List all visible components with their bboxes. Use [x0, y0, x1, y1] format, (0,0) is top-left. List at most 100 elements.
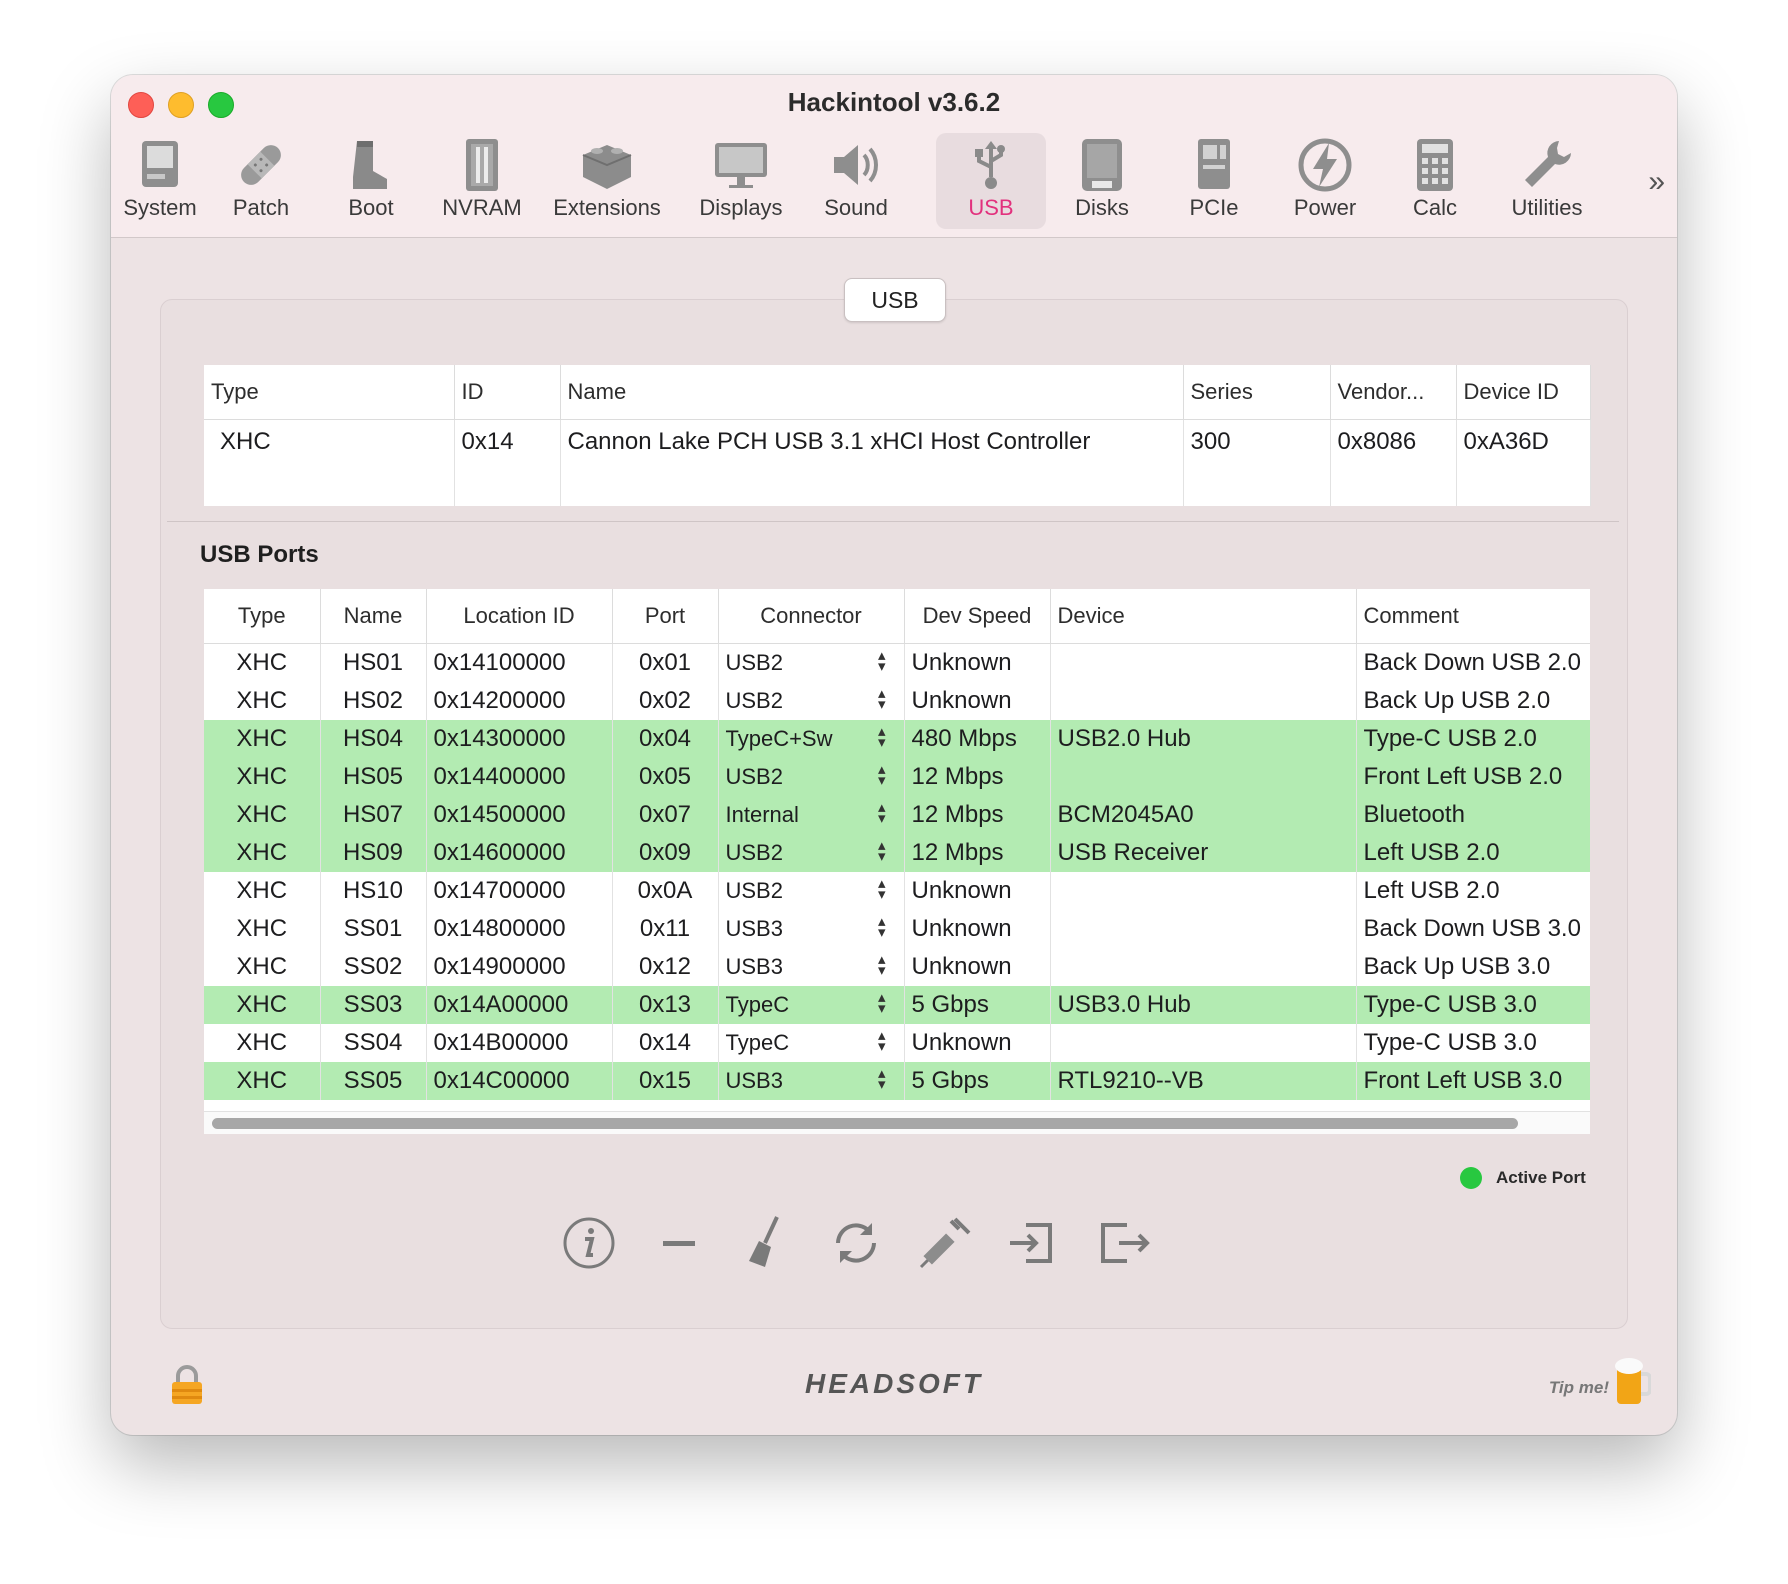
chevron-updown-icon: ▴ ▾	[877, 761, 886, 789]
scrollbar-thumb[interactable]	[212, 1118, 1518, 1129]
pcie-card-icon	[1198, 139, 1230, 189]
column-header[interactable]: Vendor...	[1330, 365, 1457, 420]
port-number-cell: 0x05	[612, 758, 719, 796]
toolbar-item-displays[interactable]: Displays	[686, 133, 796, 229]
comment-cell[interactable]: Left USB 2.0	[1356, 872, 1590, 910]
headsoft-logo[interactable]: HEADSOFT	[111, 1368, 1677, 1400]
column-header[interactable]: Dev Speed	[904, 589, 1051, 644]
port-row[interactable]: XHC HS04 0x14300000 0x04 TypeC+Sw ▴ ▾ 480 Mbps U…	[204, 720, 1590, 758]
comment-cell[interactable]: Bluetooth	[1356, 796, 1590, 834]
connector-select[interactable]: USB3 ▴ ▾	[718, 910, 905, 948]
import-button[interactable]	[1004, 1213, 1064, 1273]
comment-cell[interactable]: Back Down USB 2.0	[1356, 643, 1590, 682]
export-button[interactable]	[1093, 1213, 1153, 1273]
port-row[interactable]: XHC HS07 0x14500000 0x07 Internal ▴ ▾ 12 Mbps BC…	[204, 796, 1590, 834]
comment-cell[interactable]: Front Left USB 3.0	[1356, 1062, 1590, 1100]
column-header[interactable]: Name	[560, 365, 1184, 420]
remove-button[interactable]	[649, 1213, 709, 1273]
column-header[interactable]: Location ID	[426, 589, 613, 644]
tab-usb[interactable]: USB	[844, 278, 946, 322]
port-row[interactable]: XHC HS09 0x14600000 0x09 USB2 ▴ ▾ 12 Mbps USB Re…	[204, 834, 1590, 872]
column-header[interactable]: Name	[320, 589, 427, 644]
info-button[interactable]	[559, 1213, 619, 1273]
clear-button[interactable]	[737, 1213, 797, 1273]
inject-button[interactable]	[915, 1213, 975, 1273]
connector-value: USB2	[725, 878, 783, 903]
connector-select[interactable]: USB2 ▴ ▾	[718, 682, 905, 720]
port-number-cell: 0x04	[612, 720, 719, 758]
port-row[interactable]: XHC SS03 0x14A00000 0x13 TypeC ▴ ▾ 5 Gbps USB3.0…	[204, 986, 1590, 1024]
comment-cell[interactable]: Type-C USB 3.0	[1356, 1024, 1590, 1062]
location-id-cell: 0x14C00000	[426, 1062, 613, 1100]
column-header[interactable]: ID	[454, 365, 561, 420]
toolbar-item-nvram[interactable]: NVRAM	[427, 133, 537, 229]
tip-beer-button[interactable]	[1613, 1356, 1652, 1413]
info-icon	[563, 1217, 615, 1269]
comment-cell[interactable]: Type-C USB 2.0	[1356, 720, 1590, 758]
connector-select[interactable]: TypeC ▴ ▾	[718, 1024, 905, 1062]
table-row[interactable]: XHC 0x14 Cannon Lake PCH USB 3.1 xHCI Ho…	[204, 419, 1591, 506]
comment-cell[interactable]: Type-C USB 3.0	[1356, 986, 1590, 1024]
port-row[interactable]: XHC HS10 0x14700000 0x0A USB2 ▴ ▾ Unknown Left U…	[204, 872, 1590, 910]
chevron-updown-icon: ▴ ▾	[877, 647, 886, 675]
port-type-cell: XHC	[204, 834, 321, 872]
column-header[interactable]: Type	[204, 589, 321, 644]
port-row[interactable]: XHC SS01 0x14800000 0x11 USB3 ▴ ▾ Unknown Back D…	[204, 910, 1590, 948]
column-header[interactable]: Port	[612, 589, 719, 644]
dev-speed-cell: 480 Mbps	[904, 720, 1051, 758]
ports-table-scroll[interactable]: Type Name Location ID Port Connector Dev…	[204, 589, 1590, 1129]
comment-cell[interactable]: Left USB 2.0	[1356, 834, 1590, 872]
memory-icon	[466, 139, 498, 191]
comment-cell[interactable]: Back Up USB 2.0	[1356, 682, 1590, 720]
port-row[interactable]: XHC HS02 0x14200000 0x02 USB2 ▴ ▾ Unknown Back U…	[204, 682, 1590, 720]
comment-cell[interactable]: Back Down USB 3.0	[1356, 910, 1590, 948]
connector-select[interactable]: TypeC ▴ ▾	[718, 986, 905, 1024]
port-type-cell: XHC	[204, 910, 321, 948]
column-header[interactable]: Comment	[1356, 589, 1590, 644]
horizontal-scrollbar[interactable]	[204, 1111, 1590, 1134]
port-row[interactable]: XHC SS04 0x14B00000 0x14 TypeC ▴ ▾ Unknown Type-…	[204, 1024, 1590, 1062]
port-number-cell: 0x12	[612, 948, 719, 986]
port-row[interactable]: XHC HS01 0x14100000 0x01 USB2 ▴ ▾ Unknown Back D…	[204, 643, 1590, 682]
location-id-cell: 0x14B00000	[426, 1024, 613, 1062]
device-cell: BCM2045A0	[1050, 796, 1357, 834]
connector-select[interactable]: USB3 ▴ ▾	[718, 948, 905, 986]
connector-select[interactable]: USB3 ▴ ▾	[718, 1062, 905, 1100]
column-header[interactable]: Connector	[718, 589, 905, 644]
port-number-cell: 0x07	[612, 796, 719, 834]
column-header[interactable]: Series	[1183, 365, 1331, 420]
column-header[interactable]: Device	[1050, 589, 1357, 644]
port-row[interactable]: XHC HS05 0x14400000 0x05 USB2 ▴ ▾ 12 Mbps Front …	[204, 758, 1590, 796]
toolbar-item-extensions[interactable]: Extensions	[552, 133, 662, 229]
port-type-cell: XHC	[204, 720, 321, 758]
toolbar-item-utilities[interactable]: Utilities	[1492, 133, 1602, 229]
comment-cell[interactable]: Front Left USB 2.0	[1356, 758, 1590, 796]
column-header[interactable]: Device ID	[1456, 365, 1591, 420]
port-name-cell: SS04	[320, 1024, 427, 1062]
connector-select[interactable]: USB2 ▴ ▾	[718, 643, 905, 682]
port-number-cell: 0x13	[612, 986, 719, 1024]
dev-speed-cell: Unknown	[904, 910, 1051, 948]
refresh-button[interactable]	[826, 1213, 886, 1273]
port-row[interactable]: XHC SS05 0x14C00000 0x15 USB3 ▴ ▾ 5 Gbps RTL9210…	[204, 1062, 1590, 1100]
chevron-updown-icon: ▴ ▾	[877, 989, 886, 1017]
minus-icon	[663, 1241, 695, 1246]
column-header[interactable]: Type	[204, 365, 455, 420]
chevron-updown-icon: ▴ ▾	[877, 685, 886, 713]
connector-select[interactable]: Internal ▴ ▾	[718, 796, 905, 834]
comment-cell[interactable]: Back Up USB 3.0	[1356, 948, 1590, 986]
port-name-cell: HS05	[320, 758, 427, 796]
device-cell	[1050, 682, 1357, 720]
connector-select[interactable]: USB2 ▴ ▾	[718, 758, 905, 796]
tip-me-label[interactable]: Tip me!	[1549, 1378, 1609, 1398]
dev-speed-cell: 12 Mbps	[904, 796, 1051, 834]
table-cell: 0x8086	[1330, 419, 1457, 506]
connector-select[interactable]: TypeC+Sw ▴ ▾	[718, 720, 905, 758]
toolbar-overflow-button[interactable]: »	[1648, 165, 1665, 199]
syringe-icon	[919, 1217, 971, 1269]
toolbar-item-sound[interactable]: Sound	[801, 133, 911, 229]
port-row[interactable]: XHC SS02 0x14900000 0x12 USB3 ▴ ▾ Unknown Back U…	[204, 948, 1590, 986]
connector-select[interactable]: USB2 ▴ ▾	[718, 834, 905, 872]
wrench-icon	[1525, 141, 1571, 187]
connector-select[interactable]: USB2 ▴ ▾	[718, 872, 905, 910]
